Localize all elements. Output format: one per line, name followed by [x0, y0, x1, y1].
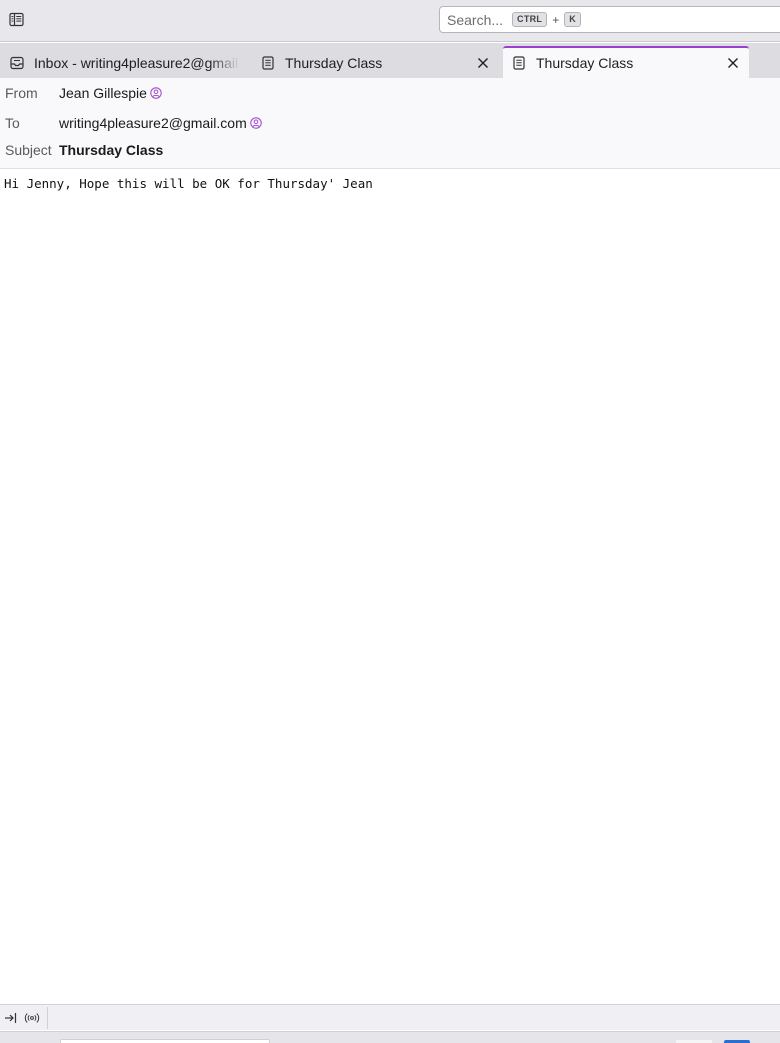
message-header-pane: From Jean Gillespie To writing4pleasure2… [0, 78, 780, 169]
sender-name: Jean Gillespie [59, 85, 147, 101]
mail-window: Search... CTRL + K Inbox - writing4pleas… [0, 0, 780, 1043]
tab-inbox[interactable]: Inbox - writing4pleasure2@gmail.com [0, 47, 246, 78]
os-taskbar [0, 1031, 780, 1043]
online-status-icon[interactable] [24, 1010, 40, 1026]
shortcut-key-ctrl: CTRL [512, 12, 548, 27]
tab-thursday-class-active[interactable]: Thursday Class [503, 46, 749, 78]
recipient-address: writing4pleasure2@gmail.com [59, 115, 247, 131]
status-divider [47, 1007, 48, 1029]
tab-label: Thursday Class [536, 55, 634, 71]
taskbar-search-field[interactable] [60, 1039, 270, 1043]
subject-row: Subject Thursday Class [0, 139, 780, 161]
search-input[interactable]: Search... CTRL + K [439, 6, 780, 33]
from-value[interactable]: Jean Gillespie [59, 85, 163, 101]
to-row: To writing4pleasure2@gmail.com [0, 112, 780, 134]
contact-icon[interactable] [150, 87, 163, 100]
tab-thursday-class[interactable]: Thursday Class [251, 47, 499, 78]
to-value[interactable]: writing4pleasure2@gmail.com [59, 115, 263, 131]
subject-label: Subject [5, 142, 52, 158]
contact-icon[interactable] [250, 117, 263, 130]
message-icon [511, 55, 527, 71]
message-body: Hi Jenny, Hope this will be OK for Thurs… [4, 176, 373, 191]
close-icon[interactable] [725, 55, 741, 71]
subject-value: Thursday Class [59, 142, 164, 158]
from-label: From [5, 85, 38, 101]
collapse-pane-icon[interactable] [3, 1010, 19, 1026]
inbox-icon [9, 55, 25, 71]
message-icon [260, 55, 276, 71]
tab-strip: Inbox - writing4pleasure2@gmail.com Thur… [0, 43, 780, 78]
status-bar [0, 1004, 780, 1030]
to-label: To [5, 115, 20, 131]
shortcut-key-k: K [564, 12, 582, 27]
top-toolbar: Search... CTRL + K [0, 0, 780, 42]
tab-label: Thursday Class [285, 54, 383, 71]
shortcut-plus: + [552, 12, 560, 27]
sidebar-toggle-icon[interactable] [6, 9, 26, 29]
close-icon[interactable] [475, 55, 491, 71]
from-row: From Jean Gillespie [0, 82, 780, 104]
search-placeholder: Search... [447, 11, 504, 28]
tab-label: Inbox - writing4pleasure2@gmail.com [34, 54, 240, 71]
